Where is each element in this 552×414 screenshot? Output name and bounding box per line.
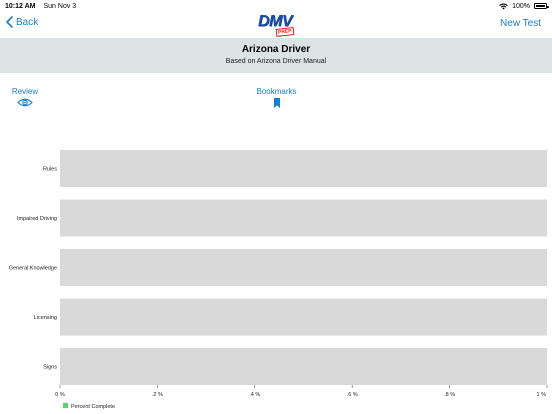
x-tick-label: .4 % <box>249 392 260 398</box>
progress-chart: Rules Impaired Driving General Knowledge Li… <box>0 140 552 414</box>
page-subtitle: Based on Arizona Driver Manual <box>225 58 327 65</box>
x-tick-label: .2 % <box>152 392 163 398</box>
bar-track <box>60 249 547 286</box>
review-button[interactable]: Review <box>11 87 39 107</box>
status-time: 10:12 AM <box>5 2 36 10</box>
chart-svg: Rules Impaired Driving General Knowledge Li… <box>9 150 548 410</box>
bookmarks-button[interactable]: Bookmarks <box>254 87 299 108</box>
bookmark-icon <box>273 98 280 108</box>
status-bar: 10:12 AM Sun Nov 3 100% <box>0 0 552 12</box>
category-label: Rules <box>43 167 57 173</box>
new-test-button[interactable]: New Test <box>500 18 541 29</box>
logo-badge: PREP <box>275 27 294 37</box>
category-label: Signs <box>43 365 57 371</box>
legend-swatch <box>63 403 68 408</box>
category-label: General Knowledge <box>9 266 57 272</box>
back-button[interactable]: Back <box>6 16 38 28</box>
x-tick-label: 1 % <box>537 392 547 398</box>
battery-icon <box>534 3 549 9</box>
app-logo: DMV PREP <box>258 13 298 37</box>
page-title: Arizona Driver <box>241 44 311 55</box>
bar-track <box>60 150 547 187</box>
bookmarks-label: Bookmarks <box>256 87 297 96</box>
x-tick-label: .6 % <box>347 392 358 398</box>
wifi-icon <box>499 2 508 9</box>
status-date: Sun Nov 3 <box>43 2 77 10</box>
eye-icon <box>17 98 33 107</box>
header-band: Arizona Driver Based on Arizona Driver M… <box>0 38 552 73</box>
battery-percent: 100% <box>512 2 530 10</box>
category-label: Impaired Driving <box>17 216 57 222</box>
review-label: Review <box>11 87 39 96</box>
bar-track <box>60 199 547 237</box>
category-label: Licensing <box>34 315 57 321</box>
bar-track <box>60 298 547 336</box>
nav-bar: Back DMV PREP New Test <box>0 12 552 38</box>
x-tick-label: 0 % <box>55 392 65 398</box>
x-tick-label: .8 % <box>444 392 455 398</box>
chevron-left-icon <box>6 16 13 28</box>
status-right: 100% <box>499 2 549 10</box>
back-label: Back <box>16 16 39 28</box>
bar-track <box>60 348 547 385</box>
legend-label: Percent Complete <box>71 404 115 410</box>
